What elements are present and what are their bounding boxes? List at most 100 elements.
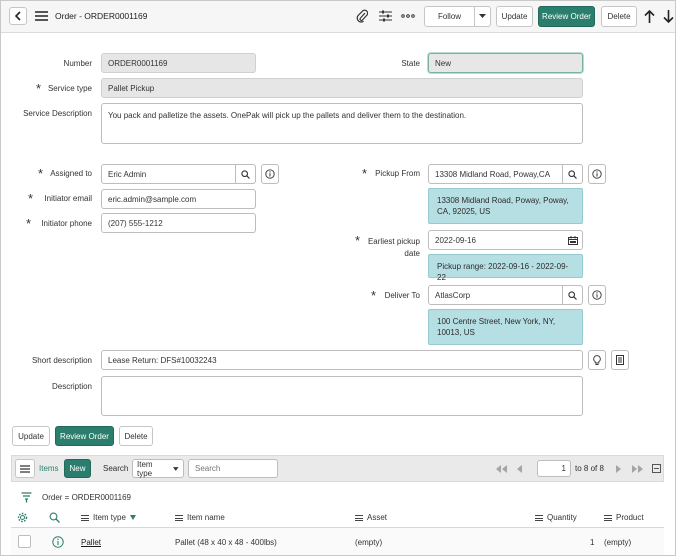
column-label-item-type: Item type (93, 513, 126, 522)
initiator-email-field[interactable]: eric.admin@sample.com (101, 189, 256, 209)
column-header-quantity[interactable]: Quantity (535, 513, 577, 522)
page-number-input[interactable]: 1 (537, 460, 571, 477)
number-field[interactable]: ORDER0001169 (101, 53, 256, 73)
service-description-field[interactable]: You pack and palletize the assets. OnePa… (101, 103, 583, 144)
pickup-from-info-button[interactable] (588, 164, 606, 184)
description-field[interactable] (101, 376, 583, 416)
search-icon (241, 169, 250, 179)
short-description-field[interactable]: Lease Return: DFS#10032243 (101, 350, 583, 370)
sort-down-icon (129, 515, 136, 520)
breadcrumb[interactable]: Order = ORDER0001169 (42, 493, 131, 502)
first-page-button[interactable] (494, 464, 508, 473)
search-field-select[interactable]: Item type (132, 459, 184, 478)
back-icon (14, 11, 21, 21)
next-record-button[interactable] (662, 9, 674, 23)
delete-button[interactable]: Delete (601, 6, 637, 27)
row-select-checkbox[interactable] (18, 535, 31, 548)
column-menu-icon (355, 514, 363, 521)
cell-asset: (empty) (355, 538, 383, 547)
first-page-icon (495, 464, 507, 473)
deliver-to-input[interactable]: AtlasCorp (428, 285, 563, 305)
column-menu-icon (535, 514, 543, 521)
column-label-product: Product (616, 513, 644, 522)
follow-button[interactable]: Follow (424, 6, 475, 27)
paperclip-icon (356, 9, 368, 23)
earliest-pickup-label-line2: date (404, 249, 420, 258)
personalize-button[interactable] (378, 9, 392, 23)
knowledge-button[interactable] (611, 350, 629, 370)
list-menu-button[interactable] (15, 459, 35, 478)
service-description-label: Service Description (23, 109, 92, 118)
column-header-product[interactable]: Product (604, 513, 644, 522)
back-button[interactable] (9, 7, 27, 25)
follow-dropdown-button[interactable] (474, 6, 491, 27)
cell-item-name: Pallet (48 x 40 x 48 - 400lbs) (175, 538, 277, 547)
column-search-button[interactable] (48, 511, 60, 523)
initiator-phone-field[interactable]: (207) 555-1212 (101, 213, 256, 233)
pickup-from-lookup-button[interactable] (562, 164, 583, 184)
sliders-icon (378, 10, 392, 22)
pickup-from-input[interactable]: 13308 Midland Road, Poway,CA (428, 164, 563, 184)
last-page-button[interactable] (630, 464, 644, 473)
delete-button-bottom[interactable]: Delete (119, 426, 153, 446)
column-label-asset: Asset (367, 513, 388, 522)
date-picker-button[interactable] (567, 235, 578, 245)
previous-record-button[interactable] (643, 9, 655, 23)
items-tab[interactable]: Items (39, 464, 59, 473)
review-order-button[interactable]: Review Order (538, 6, 595, 27)
earliest-pickup-date-input[interactable]: 2022-09-16 (428, 230, 583, 250)
column-header-item-type[interactable]: Item type (81, 513, 136, 522)
service-type-field[interactable]: Pallet Pickup (101, 78, 583, 98)
item-type-link[interactable]: Pallet (81, 538, 101, 547)
filter-icon (21, 491, 31, 502)
column-menu-icon (604, 514, 612, 521)
menu-icon (20, 464, 30, 473)
collapse-list-button[interactable] (651, 463, 661, 473)
assigned-to-input[interactable]: Eric Admin (101, 164, 236, 184)
pickup-from-label: Pickup From (375, 169, 420, 178)
deliver-to-info-button[interactable] (588, 285, 606, 305)
column-header-asset[interactable]: Asset (355, 513, 387, 522)
pickup-address-info: 13308 Midland Road, Poway, Poway, CA, 92… (428, 188, 583, 224)
list-settings-button[interactable] (16, 511, 28, 523)
info-icon (265, 169, 275, 179)
cell-quantity: 1 (590, 538, 595, 547)
cell-item-type[interactable]: Pallet (81, 538, 101, 547)
column-label-item-name: Item name (187, 513, 225, 522)
list-search-input[interactable] (188, 459, 278, 478)
last-page-icon (631, 464, 643, 473)
cell-product: (empty) (604, 538, 632, 547)
attachment-button[interactable] (355, 9, 369, 23)
suggestion-button[interactable] (588, 350, 606, 370)
gear-icon (17, 512, 27, 522)
new-item-button[interactable]: New (64, 459, 91, 478)
column-header-item-name[interactable]: Item name (175, 513, 225, 522)
related-list-toolbar: Items New Search Item type 1 to 8 of 8 (11, 455, 664, 482)
assigned-to-info-button[interactable] (261, 164, 279, 184)
arrow-down-icon (662, 9, 674, 23)
short-description-label: Short description (31, 356, 92, 365)
row-preview-button[interactable] (51, 535, 64, 548)
menu-button[interactable] (34, 10, 48, 22)
more-options-button[interactable] (401, 11, 415, 21)
description-label: Description (51, 382, 92, 391)
pickup-range-info: Pickup range: 2022-09-16 - 2022-09-22 (428, 254, 583, 282)
search-icon (568, 169, 577, 179)
form-header: Order - ORDER0001169 Follow Update Revie… (1, 1, 675, 33)
update-button[interactable]: Update (496, 6, 533, 27)
search-icon (568, 290, 577, 300)
previous-page-button[interactable] (515, 464, 523, 473)
info-icon (592, 290, 602, 300)
service-type-label: Service type (47, 84, 92, 93)
assigned-to-lookup-button[interactable] (235, 164, 256, 184)
review-order-button-bottom[interactable]: Review Order (55, 426, 114, 446)
state-select[interactable]: New (428, 53, 583, 73)
deliver-to-lookup-button[interactable] (562, 285, 583, 305)
filter-button[interactable] (20, 491, 32, 503)
next-page-button[interactable] (615, 464, 623, 473)
search-icon (49, 512, 60, 523)
arrow-up-icon (643, 9, 655, 23)
search-label: Search (103, 464, 129, 473)
column-menu-icon (175, 514, 183, 521)
update-button-bottom[interactable]: Update (12, 426, 50, 446)
